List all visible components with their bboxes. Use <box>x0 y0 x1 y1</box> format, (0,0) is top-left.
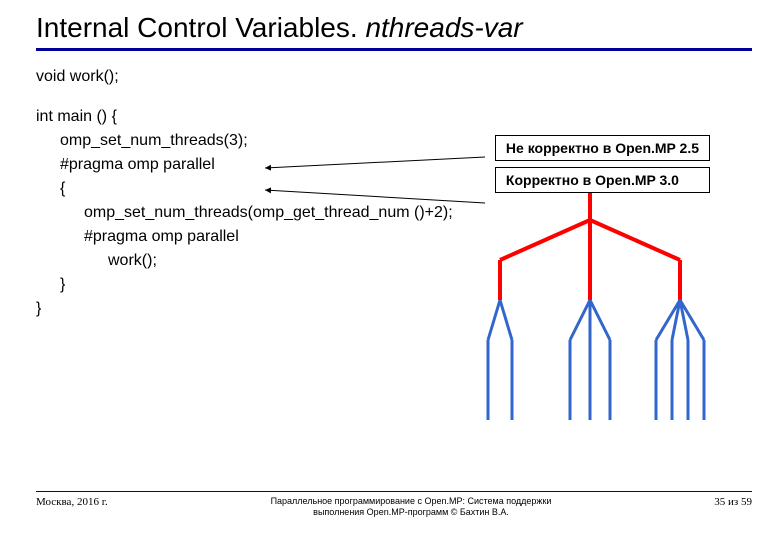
code-line: #pragma omp parallel <box>36 225 752 249</box>
code-line: void work(); <box>36 65 752 89</box>
code-line: int main () { <box>36 105 752 129</box>
slide-title: Internal Control Variables. nthreads-var <box>36 12 752 44</box>
title-divider <box>36 48 752 51</box>
footer-location-date: Москва, 2016 г. <box>36 496 108 508</box>
code-line: } <box>36 297 752 321</box>
correct-box: Корректно в Open.MP 3.0 <box>495 167 710 193</box>
slide-footer: Москва, 2016 г. Параллельное программиро… <box>36 491 752 518</box>
footer-center-line2: выполнения Open.MP-программ © Бахтин В.А… <box>128 507 695 518</box>
footer-attribution: Параллельное программирование с Open.MP:… <box>108 496 715 518</box>
footer-divider <box>36 491 752 492</box>
footer-center-line1: Параллельное программирование с Open.MP:… <box>128 496 695 507</box>
code-line: work(); <box>36 249 752 273</box>
footer-page-number: 35 из 59 <box>714 496 752 508</box>
annotation-boxes: Не корректно в Open.MP 2.5 Корректно в O… <box>495 135 710 199</box>
title-main: Internal Control Variables. <box>36 12 365 43</box>
code-line: } <box>36 273 752 297</box>
slide: Internal Control Variables. nthreads-var… <box>0 0 780 540</box>
arrows-svg <box>260 155 490 225</box>
incorrect-box: Не корректно в Open.MP 2.5 <box>495 135 710 161</box>
title-italic: nthreads-var <box>365 12 522 43</box>
